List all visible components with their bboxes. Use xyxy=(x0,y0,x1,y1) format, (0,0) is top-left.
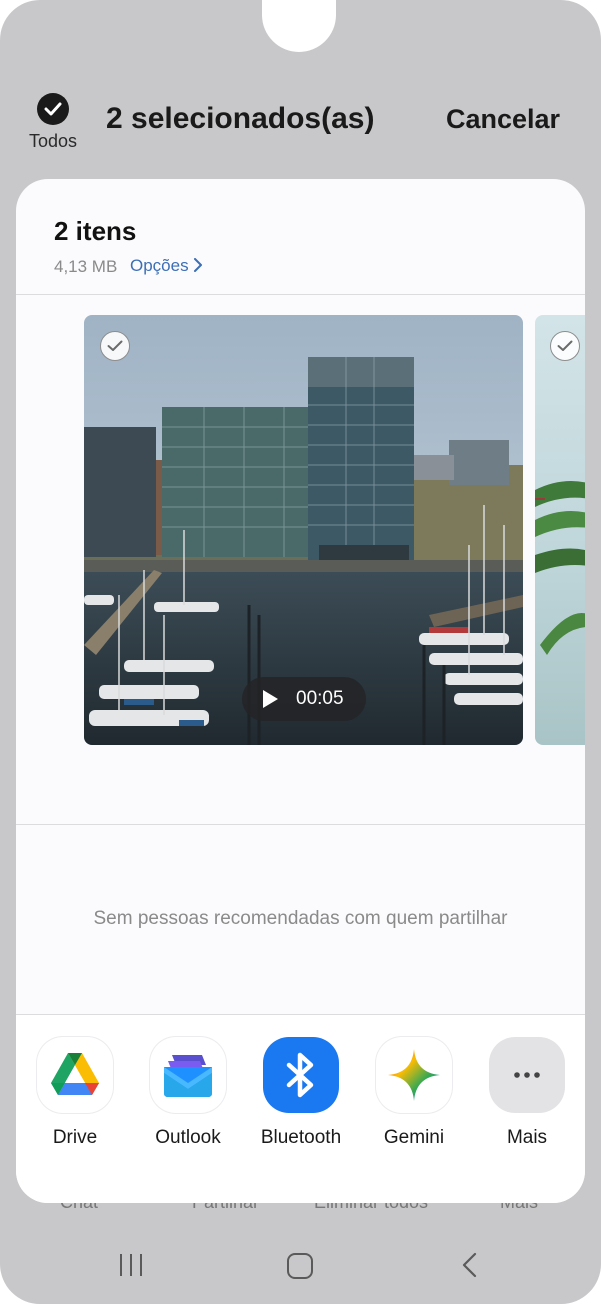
sheet-title: 2 itens xyxy=(54,216,137,246)
camera-notch xyxy=(262,0,336,52)
outlook-icon xyxy=(150,1037,226,1113)
plant-image xyxy=(535,481,585,655)
check-icon xyxy=(557,340,573,351)
recent-apps-button[interactable] xyxy=(120,1254,144,1278)
app-label: Gemini xyxy=(383,1127,445,1148)
share-app-gemini[interactable]: Gemini xyxy=(364,1037,464,1149)
gemini-icon xyxy=(376,1037,452,1113)
video-duration: 00:05 xyxy=(296,688,344,709)
options-label: Opções xyxy=(130,256,189,275)
selection-count-title: 2 selecionados(as) xyxy=(106,102,375,135)
chevron-right-icon xyxy=(194,258,203,272)
divider xyxy=(16,824,585,825)
system-nav-bar xyxy=(0,1240,601,1290)
home-button[interactable] xyxy=(287,1253,313,1279)
options-link[interactable]: Opções xyxy=(130,256,203,276)
play-icon xyxy=(263,690,278,708)
select-all-checkbox[interactable] xyxy=(37,93,69,125)
app-label: Bluetooth xyxy=(260,1127,342,1148)
app-label: Outlook xyxy=(155,1127,221,1148)
cancel-button[interactable]: Cancelar xyxy=(446,104,560,135)
check-icon xyxy=(44,102,62,116)
selected-checkbox[interactable] xyxy=(100,331,130,361)
share-app-more[interactable]: Mais xyxy=(477,1037,577,1149)
no-recommended-people-text: Sem pessoas recomendadas com quem partil… xyxy=(93,908,508,929)
phone-screen: Todos 2 selecionados(as) Cancelar Chat P… xyxy=(0,0,601,1304)
app-label: Mais xyxy=(506,1127,548,1148)
total-size: 4,13 MB xyxy=(54,257,118,276)
share-app-drive[interactable]: Drive xyxy=(25,1037,125,1149)
back-arrow-icon xyxy=(462,1252,477,1278)
drive-icon xyxy=(37,1037,113,1113)
select-all-label[interactable]: Todos xyxy=(22,131,84,152)
back-button[interactable] xyxy=(460,1252,478,1278)
video-thumbnail[interactable]: 00:05 xyxy=(84,315,523,745)
share-apps-row: Drive Outlook Bluetooth Gemini Mais xyxy=(16,1015,585,1203)
image-thumbnail[interactable] xyxy=(535,315,585,745)
selected-checkbox[interactable] xyxy=(550,331,580,361)
divider xyxy=(16,294,585,295)
share-app-outlook[interactable]: Outlook xyxy=(138,1037,238,1149)
bluetooth-icon xyxy=(263,1037,339,1113)
app-label: Drive xyxy=(52,1127,98,1148)
more-icon xyxy=(489,1037,565,1113)
check-icon xyxy=(107,340,123,351)
share-sheet: 2 itens 4,13 MB Opções 00:05 Sem pessoas… xyxy=(16,179,585,1203)
video-duration-badge: 00:05 xyxy=(242,677,366,721)
share-app-bluetooth[interactable]: Bluetooth xyxy=(251,1037,351,1149)
